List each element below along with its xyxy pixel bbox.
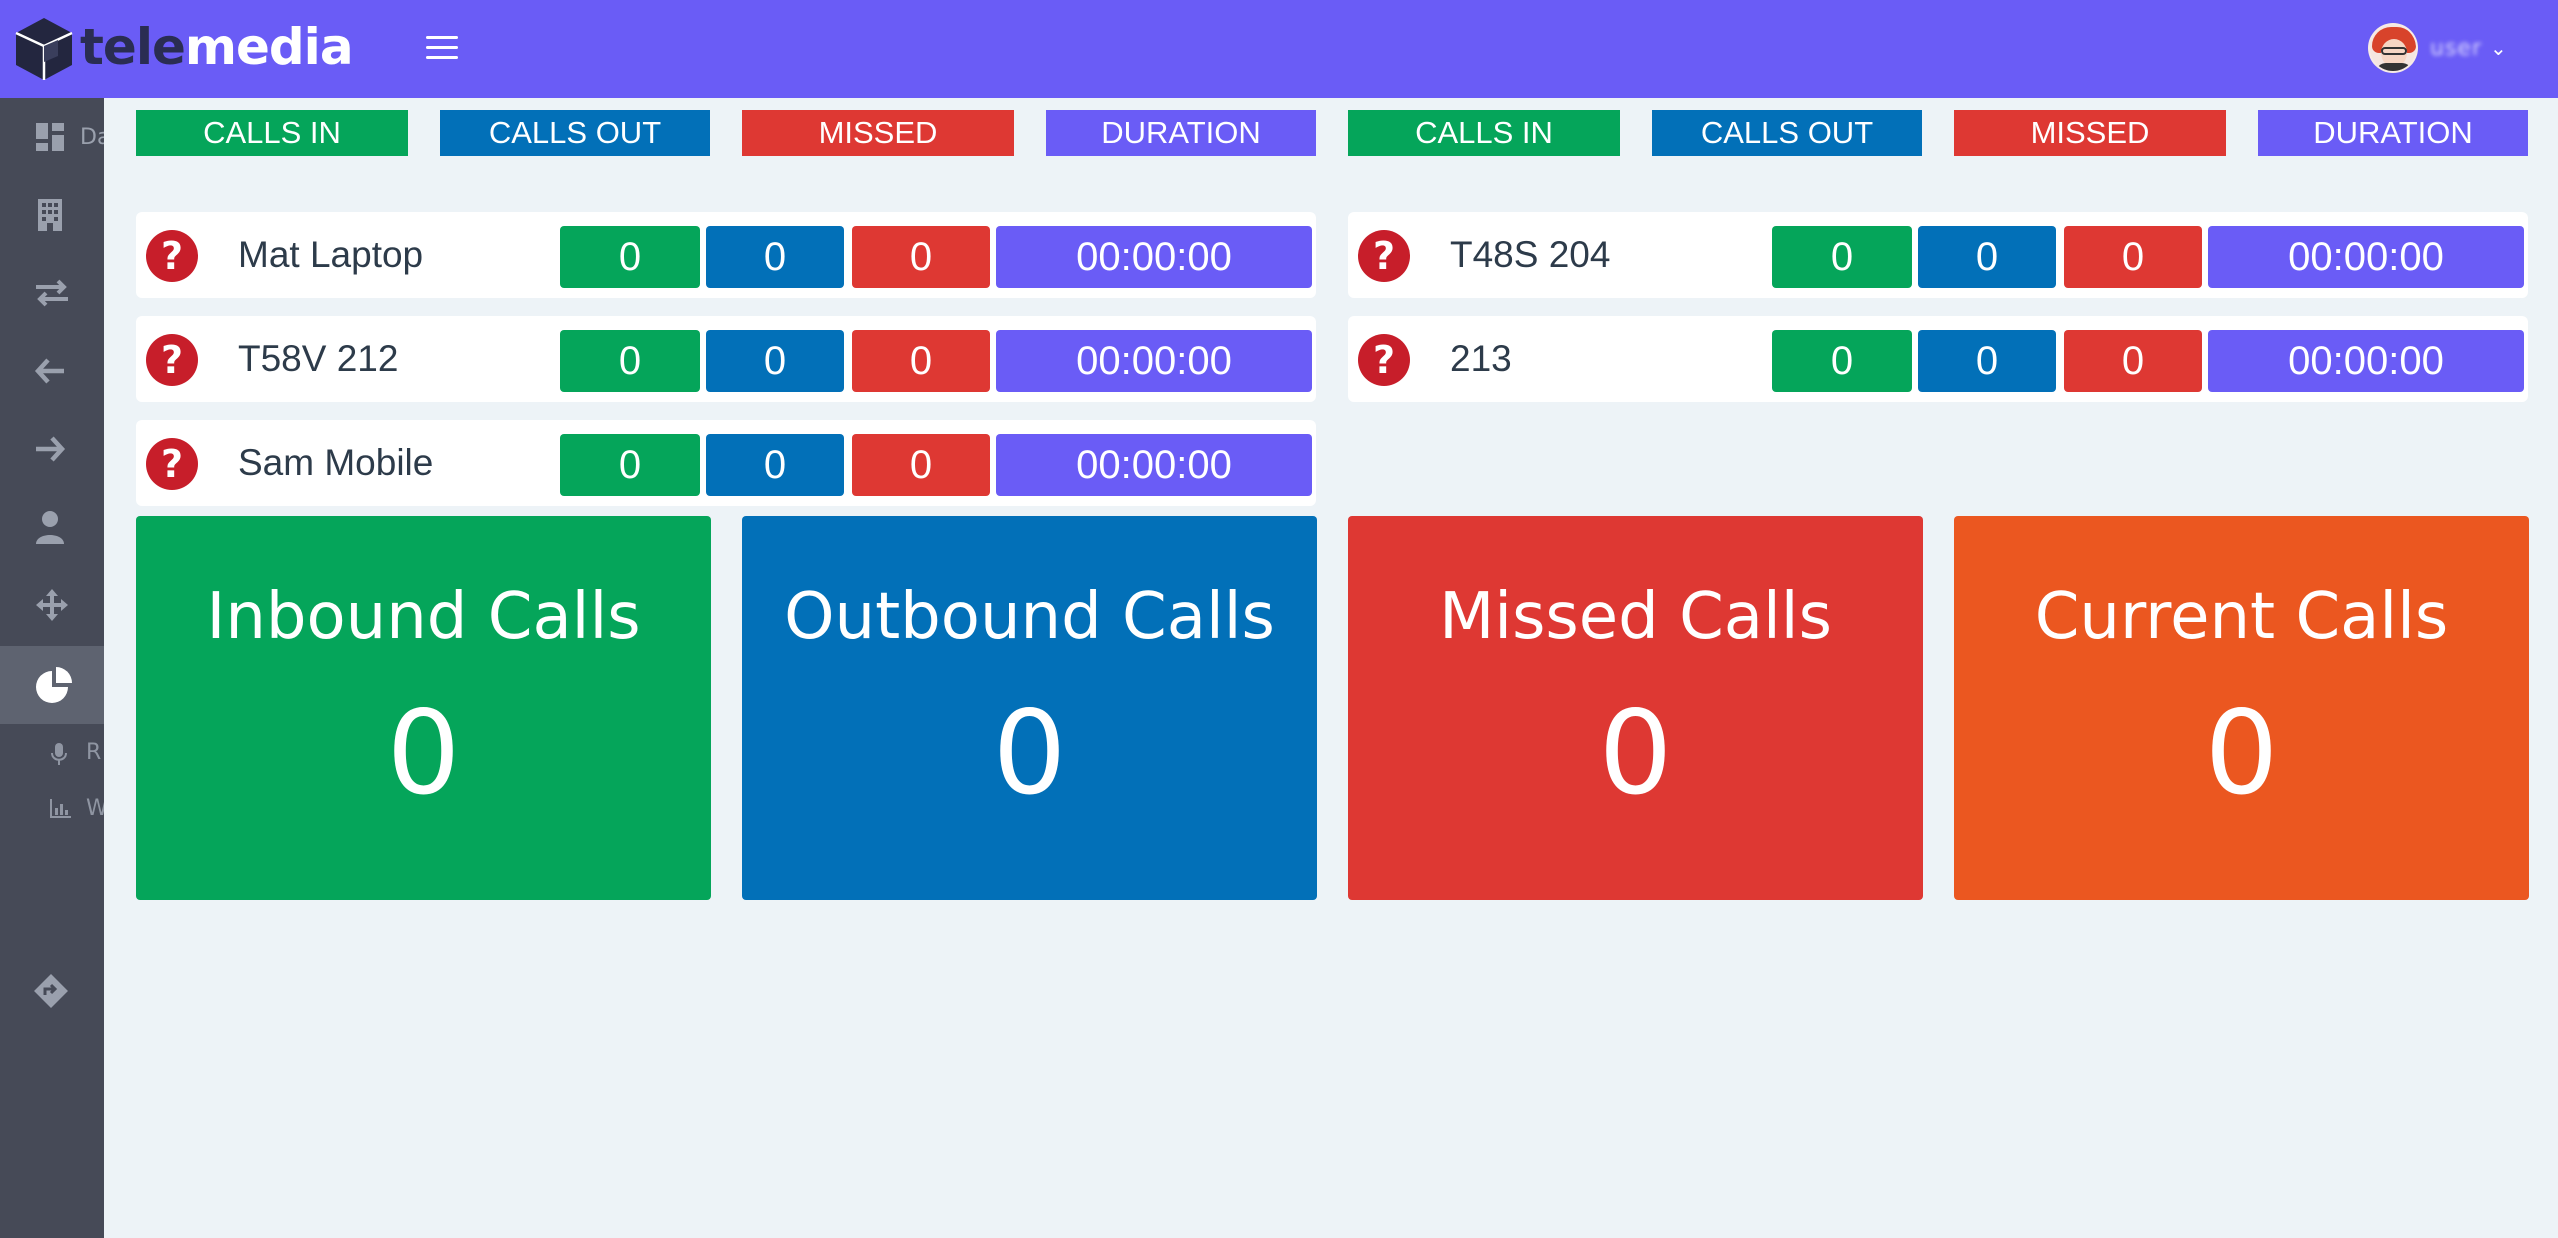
sidebar-item-inbound[interactable] xyxy=(0,332,104,410)
header-calls-out: CALLS OUT xyxy=(1652,110,1922,156)
sidebar-subitem-recordings[interactable]: R xyxy=(0,728,104,778)
arrow-right-icon xyxy=(36,436,66,462)
sidebar-item-label: Da xyxy=(80,124,104,150)
status-unknown-icon: ? xyxy=(146,334,198,386)
header-calls-in: CALLS IN xyxy=(136,110,408,156)
duration-value: 00:00:00 xyxy=(996,434,1312,496)
extension-row[interactable]: ? 213 0 0 0 00:00:00 xyxy=(1348,316,2528,402)
sidebar-subitem-label: R xyxy=(86,740,102,765)
sidebar-item-reports[interactable] xyxy=(0,646,104,724)
logo[interactable]: telemedia xyxy=(12,14,354,84)
missed-value: 0 xyxy=(852,226,990,288)
header-duration: DURATION xyxy=(2258,110,2528,156)
extension-name: T58V 212 xyxy=(238,338,399,379)
duration-value: 00:00:00 xyxy=(996,226,1312,288)
arrow-left-icon xyxy=(34,358,64,384)
missed-value: 0 xyxy=(852,434,990,496)
sidebar-item-outbound[interactable] xyxy=(0,410,104,488)
bar-chart-icon xyxy=(50,799,71,818)
menu-toggle-button[interactable] xyxy=(426,36,458,60)
status-unknown-icon: ? xyxy=(1358,334,1410,386)
extension-name: Mat Laptop xyxy=(238,234,424,275)
calls-out-value: 0 xyxy=(1918,330,2056,392)
chevron-down-icon[interactable]: ⌄ xyxy=(2490,36,2507,60)
calls-out-value: 0 xyxy=(706,434,844,496)
duration-value: 00:00:00 xyxy=(2208,330,2524,392)
header-calls-out: CALLS OUT xyxy=(440,110,710,156)
extension-row[interactable]: ? Mat Laptop 0 0 0 00:00:00 xyxy=(136,212,1316,298)
dashboard-icon xyxy=(36,123,64,151)
sidebar-item-directions[interactable] xyxy=(0,952,104,1030)
card-title: Missed Calls xyxy=(1439,580,1832,654)
sidebar-subitem-wallboard[interactable]: W xyxy=(0,784,104,834)
sidebar-item-dashboard[interactable]: Da xyxy=(0,98,104,176)
card-value: 0 xyxy=(992,686,1067,821)
extension-name: T48S 204 xyxy=(1450,234,1611,275)
sidebar-item-routing[interactable] xyxy=(0,566,104,644)
cube-logo-icon xyxy=(15,18,73,80)
inbound-calls-card: Inbound Calls 0 xyxy=(136,516,711,900)
user-name: user xyxy=(2430,35,2482,61)
missed-value: 0 xyxy=(2064,330,2202,392)
status-unknown-icon: ? xyxy=(146,438,198,490)
status-unknown-icon: ? xyxy=(1358,230,1410,282)
extension-row[interactable]: ? T48S 204 0 0 0 00:00:00 xyxy=(1348,212,2528,298)
missed-calls-card: Missed Calls 0 xyxy=(1348,516,1923,900)
move-icon xyxy=(36,589,68,621)
duration-value: 00:00:00 xyxy=(996,330,1312,392)
transfer-icon xyxy=(36,279,68,307)
extension-row[interactable]: ? T58V 212 0 0 0 00:00:00 xyxy=(136,316,1316,402)
sidebar-item-users[interactable] xyxy=(0,488,104,566)
card-value: 0 xyxy=(2204,686,2279,821)
card-value: 0 xyxy=(386,686,461,821)
header-calls-in: CALLS IN xyxy=(1348,110,1620,156)
avatar[interactable] xyxy=(2368,23,2418,73)
sidebar-item-company[interactable] xyxy=(0,176,104,254)
directions-icon xyxy=(34,974,68,1008)
hamburger-bar-icon xyxy=(426,36,458,39)
header-missed: MISSED xyxy=(742,110,1014,156)
calls-out-value: 0 xyxy=(1918,226,2056,288)
sidebar: Da R W xyxy=(0,98,104,1238)
calls-in-value: 0 xyxy=(560,330,700,392)
card-title: Current Calls xyxy=(2034,580,2449,654)
calls-in-value: 0 xyxy=(560,226,700,288)
hamburger-bar-icon xyxy=(426,46,458,49)
missed-value: 0 xyxy=(2064,226,2202,288)
calls-out-value: 0 xyxy=(706,226,844,288)
header-duration: DURATION xyxy=(1046,110,1316,156)
header-missed: MISSED xyxy=(1954,110,2226,156)
pie-chart-icon xyxy=(36,667,72,703)
sidebar-subitem-label: W xyxy=(86,796,104,821)
user-menu[interactable]: user ⌄ xyxy=(2368,22,2507,74)
card-title: Inbound Calls xyxy=(206,580,641,654)
duration-value: 00:00:00 xyxy=(2208,226,2524,288)
top-navbar: telemedia user ⌄ xyxy=(0,0,2558,98)
card-value: 0 xyxy=(1598,686,1673,821)
hamburger-bar-icon xyxy=(426,56,458,59)
calls-in-value: 0 xyxy=(1772,330,1912,392)
card-title: Outbound Calls xyxy=(784,580,1275,654)
calls-in-value: 0 xyxy=(560,434,700,496)
extension-name: Sam Mobile xyxy=(238,442,434,483)
brand-name: telemedia xyxy=(80,18,354,76)
current-calls-card: Current Calls 0 xyxy=(1954,516,2529,900)
building-icon xyxy=(38,199,62,231)
calls-out-value: 0 xyxy=(706,330,844,392)
microphone-icon xyxy=(51,743,67,765)
extension-name: 213 xyxy=(1450,338,1512,379)
calls-in-value: 0 xyxy=(1772,226,1912,288)
missed-value: 0 xyxy=(852,330,990,392)
extension-row[interactable]: ? Sam Mobile 0 0 0 00:00:00 xyxy=(136,420,1316,506)
sidebar-item-transfers[interactable] xyxy=(0,254,104,332)
user-icon xyxy=(36,511,64,544)
outbound-calls-card: Outbound Calls 0 xyxy=(742,516,1317,900)
status-unknown-icon: ? xyxy=(146,230,198,282)
